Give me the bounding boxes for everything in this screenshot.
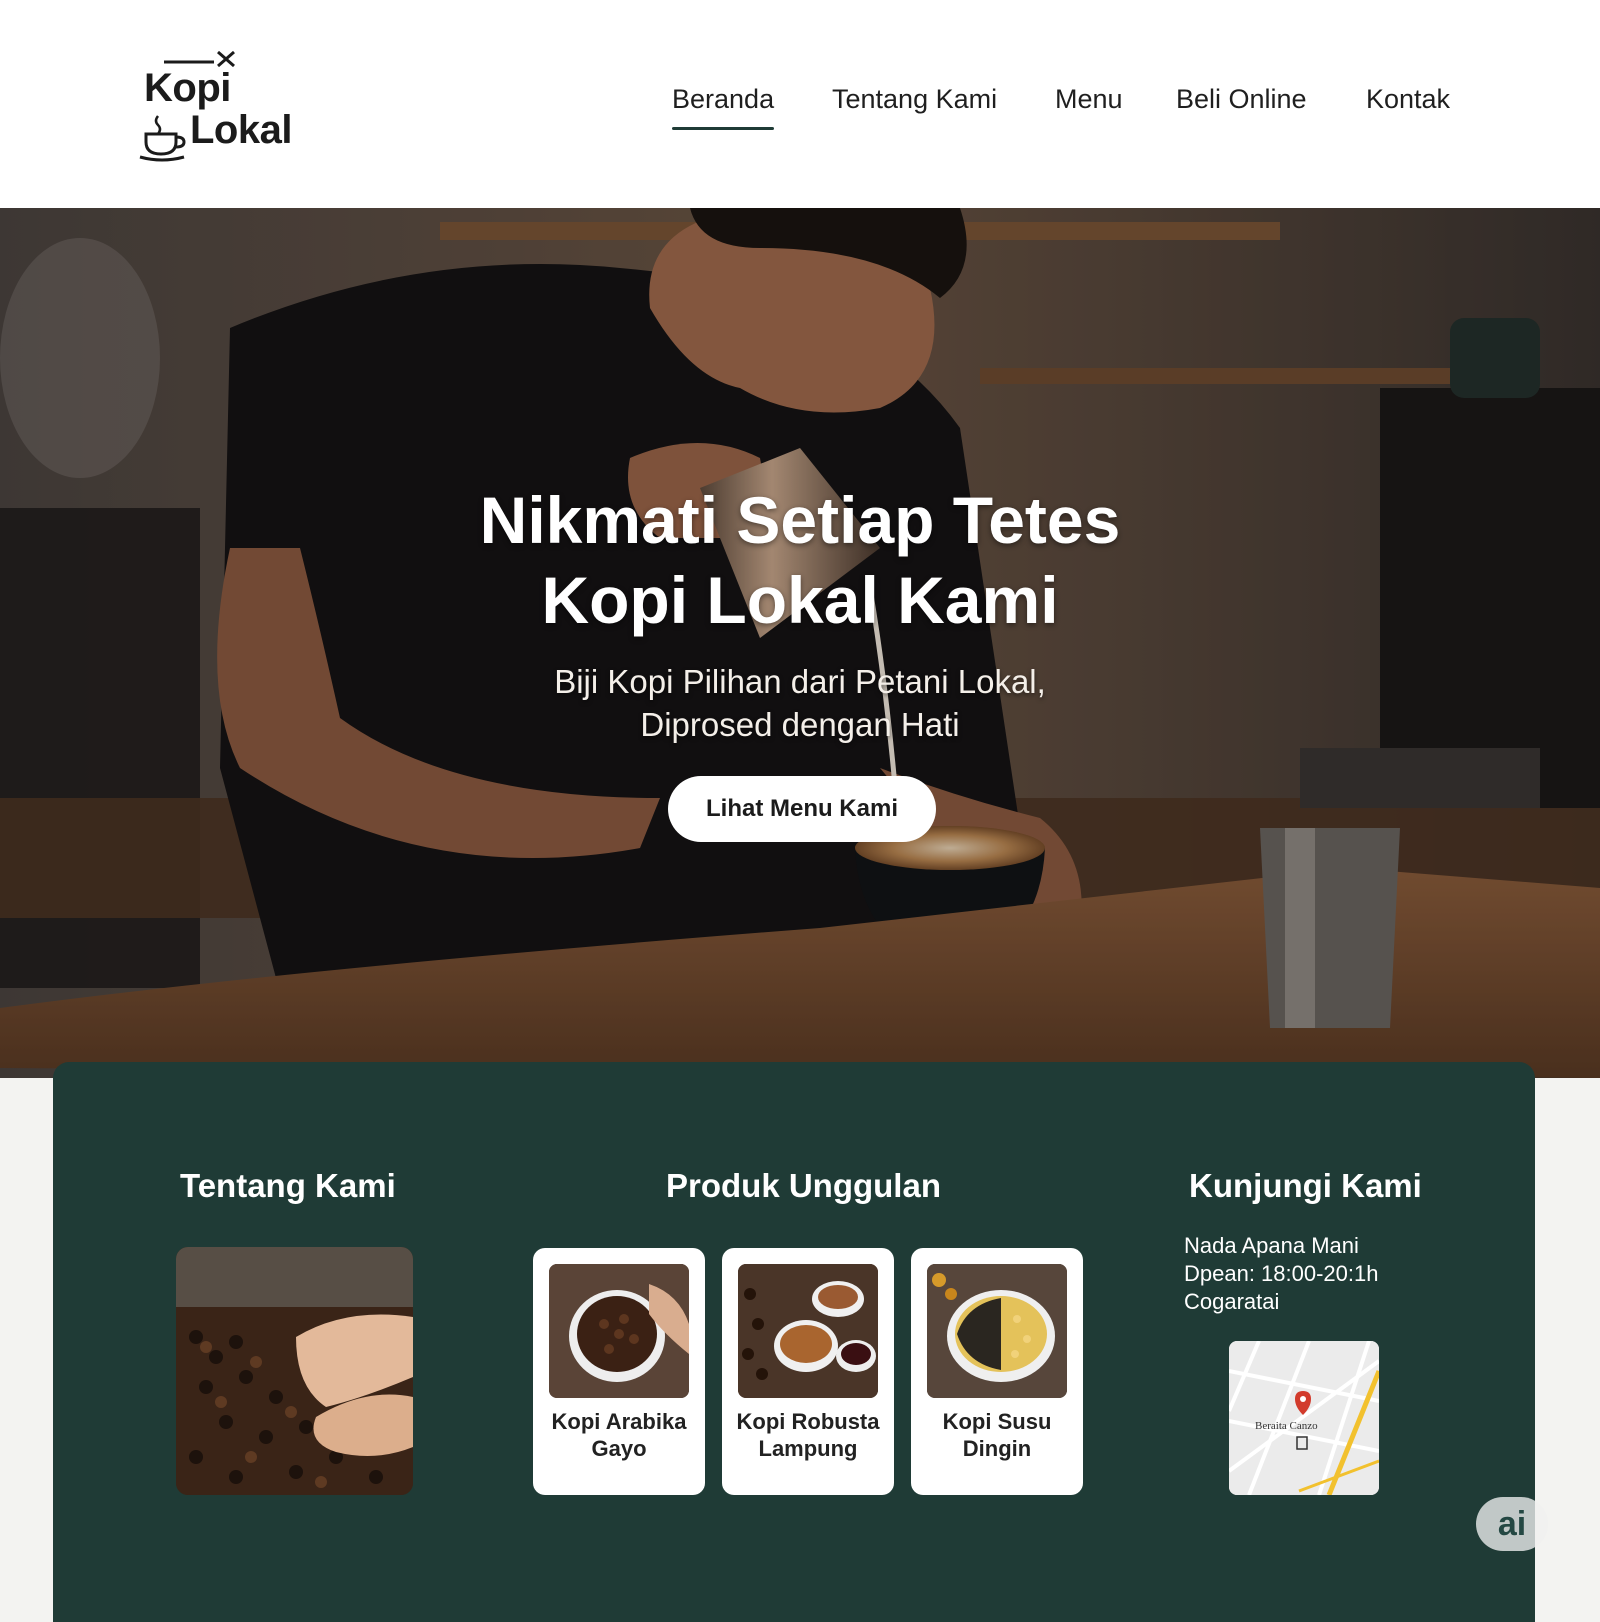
main-nav: Beranda Tentang Kami Menu Beli Online Ko… xyxy=(0,82,1600,130)
product-name-line1: Kopi Robusta xyxy=(736,1409,880,1434)
product-image xyxy=(549,1264,689,1398)
nav-menu[interactable]: Menu xyxy=(1055,82,1123,116)
nav-tentang-kami[interactable]: Tentang Kami xyxy=(832,82,997,116)
product-name: Kopi Robusta Lampung xyxy=(722,1408,894,1462)
map-label: Beraita Canzo xyxy=(1255,1420,1318,1432)
nav-beranda[interactable]: Beranda xyxy=(672,82,775,130)
product-name-line1: Kopi Susu Dingin xyxy=(942,1409,1052,1461)
product-name: Kopi Susu Dingin xyxy=(911,1408,1083,1462)
product-name-line2: Gayo xyxy=(591,1436,647,1461)
hero-title-line2: Kopi Lokal Kami xyxy=(541,563,1059,637)
coffee-beans-illustration xyxy=(176,1247,413,1495)
visit-city: Cogaratai xyxy=(1184,1289,1280,1314)
nav-kontak[interactable]: Kontak xyxy=(1366,82,1450,116)
hero-subtitle-line1: Biji Kopi Pilihan dari Petani Lokal, xyxy=(554,663,1046,700)
visit-hours: Dpean: 18:00-20:1h xyxy=(1184,1261,1379,1286)
info-panel: Tentang Kami Produk Unggulan Kopi Arabik… xyxy=(53,1062,1535,1622)
site-header: Kopi Lokal Beranda Tentang Kami Menu Bel… xyxy=(0,0,1600,208)
hero-subtitle-line2: Diprosed dengan Hati xyxy=(640,706,960,743)
about-coffee-beans-photo xyxy=(176,1247,413,1495)
about-title: Tentang Kami xyxy=(180,1167,396,1204)
map-illustration: Beraita Canzo xyxy=(1229,1341,1379,1495)
hero-section: Nikmati Setiap Tetes Kopi Lokal Kami Bij… xyxy=(0,208,1600,1078)
location-map[interactable]: Beraita Canzo xyxy=(1229,1341,1379,1495)
product-image xyxy=(927,1264,1067,1398)
hero-subtitle: Biji Kopi Pilihan dari Petani Lokal, Dip… xyxy=(0,660,1600,746)
nav-beli-online[interactable]: Beli Online xyxy=(1176,82,1307,116)
product-card-arabika[interactable]: Kopi Arabika Gayo xyxy=(533,1248,705,1495)
hero-title-line1: Nikmati Setiap Tetes xyxy=(479,483,1121,557)
product-image xyxy=(738,1264,878,1398)
view-menu-button[interactable]: Lihat Menu Kami xyxy=(668,776,936,842)
visit-title: Kunjungi Kami xyxy=(1189,1167,1422,1204)
product-card-robusta[interactable]: Kopi Robusta Lampung xyxy=(722,1248,894,1495)
products-title: Produk Unggulan xyxy=(666,1167,941,1204)
hero-overlay xyxy=(0,208,1600,1078)
visit-address: Nada Apana Mani xyxy=(1184,1233,1359,1258)
visit-info: Nada Apana Mani Dpean: 18:00-20:1h Cogar… xyxy=(1184,1232,1379,1316)
ai-badge[interactable]: ai xyxy=(1476,1497,1548,1551)
product-name-line1: Kopi Arabika xyxy=(551,1409,687,1434)
product-name-line2: Lampung xyxy=(758,1436,858,1461)
hero-title: Nikmati Setiap Tetes Kopi Lokal Kami xyxy=(0,480,1600,640)
product-card-susu-dingin[interactable]: Kopi Susu Dingin xyxy=(911,1248,1083,1495)
product-name: Kopi Arabika Gayo xyxy=(533,1408,705,1462)
